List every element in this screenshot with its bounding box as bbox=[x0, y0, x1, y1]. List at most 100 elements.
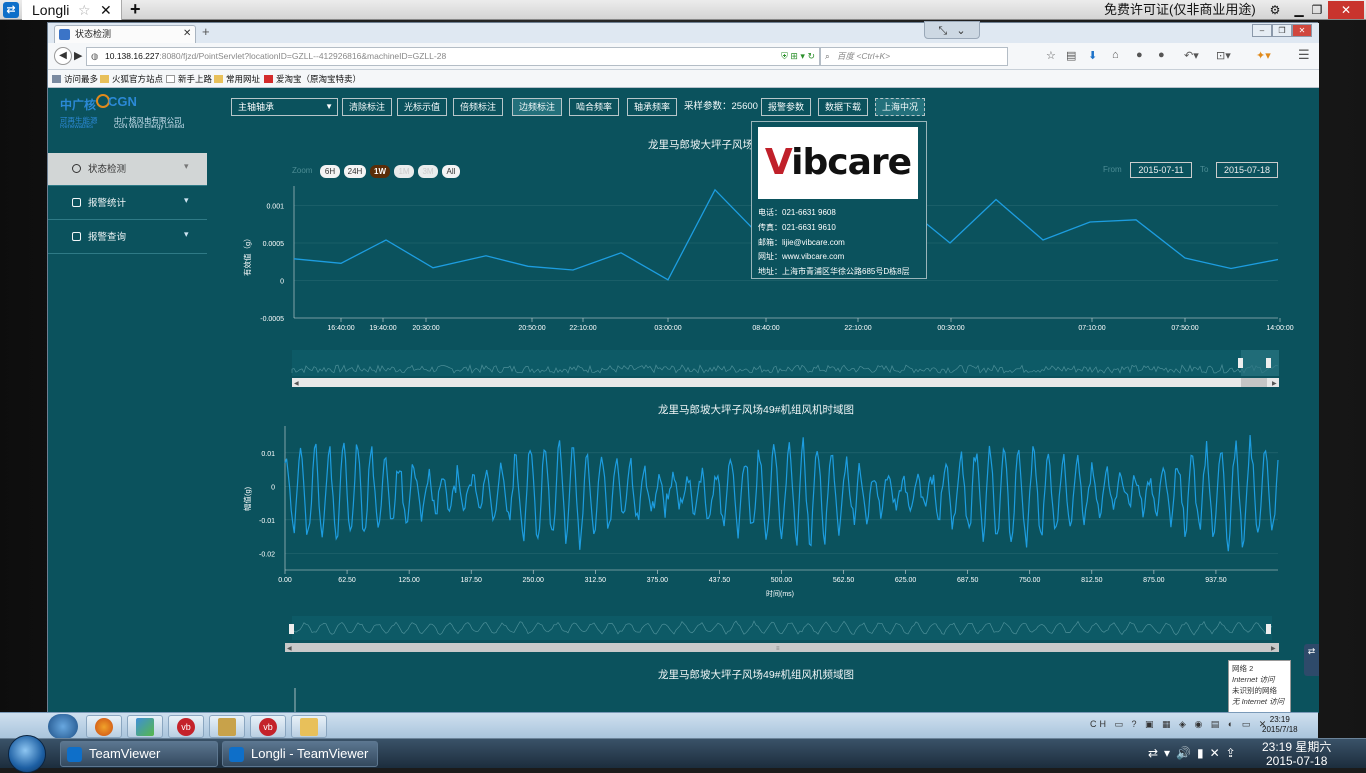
contact-phone: 电话：021-6631 9608 bbox=[758, 208, 836, 217]
longli-taskbar-item[interactable]: Longli - TeamViewer bbox=[222, 741, 378, 767]
network-no-access: 无 Internet 访问 bbox=[1232, 697, 1285, 706]
bookmarks-bar: 访问最多 火狐官方站点 新手上路 常用网址 爱淘宝（原淘宝特卖） bbox=[48, 70, 1319, 88]
time-x-tick: 437.50 bbox=[709, 577, 731, 584]
firefox-taskbar-button[interactable] bbox=[86, 715, 122, 738]
time-x-tick: 937.50 bbox=[1205, 577, 1227, 584]
local-clock-date: 2015-07-18 bbox=[1265, 754, 1328, 768]
bookmark-star-icon[interactable]: ☆ bbox=[1046, 49, 1056, 62]
tv-settings-icon[interactable]: ⚙ bbox=[1264, 2, 1286, 18]
vb-app2-taskbar-button[interactable]: vb bbox=[250, 715, 286, 738]
url-input[interactable]: ◍ 10.138.16.227:8080/fjzd/PointServlet?lo… bbox=[86, 47, 820, 66]
close-tab-icon[interactable]: ✕ bbox=[100, 0, 112, 20]
folder-taskbar-button[interactable] bbox=[291, 715, 327, 738]
contact-email: 邮箱：lijie@vibcare.com bbox=[758, 238, 845, 247]
bookmark-label: 常用网址 bbox=[226, 74, 261, 84]
license-text: 免费许可证(仅非商业用途) bbox=[1104, 2, 1256, 17]
local-tray-icons[interactable]: ⇄▾🔊▮✕⇪ bbox=[1148, 746, 1242, 760]
time-x-tick: 375.00 bbox=[647, 577, 669, 584]
time-x-axis-label: 时间(ms) bbox=[766, 591, 794, 598]
teamviewer-taskbar-item[interactable]: TeamViewer bbox=[60, 741, 218, 767]
network-access: Internet 访问 bbox=[1232, 675, 1275, 684]
time-x-tick: 812.50 bbox=[1081, 577, 1103, 584]
bookmark-label: 爱淘宝（原淘宝特卖） bbox=[276, 74, 362, 84]
teamviewer-panel-handle[interactable]: ⤡ ⌄ bbox=[924, 21, 980, 39]
trend-x-tick: 14:00:00 bbox=[1266, 325, 1293, 332]
addon-icon[interactable]: ✦▾ bbox=[1256, 49, 1271, 62]
reading-list-icon[interactable]: ▤ bbox=[1066, 49, 1076, 62]
remote-tray-icons[interactable]: CH ▭ ? ▣ ▦ ◈ ◉ ▤ ◐ ▭ ✕ bbox=[1090, 719, 1269, 730]
close-tab-icon[interactable]: ✕ bbox=[183, 26, 191, 42]
bookmark-item[interactable]: 访问最多 bbox=[52, 70, 98, 88]
vibcare-logo-text: ibcare bbox=[791, 142, 912, 183]
vb-app-icon: vb bbox=[259, 718, 277, 736]
time-x-tick: 875.00 bbox=[1143, 577, 1165, 584]
folder-icon bbox=[100, 75, 109, 83]
local-clock-time: 23:19 星期六 bbox=[1262, 740, 1332, 754]
time-x-tick: 125.00 bbox=[398, 577, 420, 584]
browser-minimize-button[interactable]: – bbox=[1252, 24, 1272, 37]
remote-start-button[interactable] bbox=[48, 714, 78, 739]
local-taskbar: TeamViewer Longli - TeamViewer ⇄▾🔊▮✕⇪ 23… bbox=[0, 735, 1366, 773]
favorite-star-icon[interactable]: ☆ bbox=[78, 0, 91, 20]
download-icon[interactable]: ⬇ bbox=[1088, 49, 1097, 62]
home-icon[interactable]: ⌂ bbox=[1112, 49, 1119, 61]
vb-app-taskbar-button[interactable]: vb bbox=[168, 715, 204, 738]
browser-close-button[interactable]: ✕ bbox=[1292, 24, 1312, 37]
trend-x-tick: 20:50:00 bbox=[518, 325, 545, 332]
chat-icon[interactable]: ● bbox=[1136, 49, 1143, 61]
bookmark-item[interactable]: 常用网址 bbox=[214, 70, 260, 88]
folder-icon bbox=[300, 718, 318, 736]
remote-clock[interactable]: 23:19 2015/7/18 bbox=[1262, 715, 1298, 735]
tv-restore-button[interactable]: ❐ bbox=[1306, 2, 1328, 18]
navigator-scroll-thumb bbox=[1241, 378, 1267, 387]
time-y-axis-label: 幅值(g) bbox=[243, 486, 252, 511]
time-navigator[interactable]: ◀ ▶ ≡ bbox=[285, 616, 1279, 652]
time-domain-chart[interactable]: 0.01 0 -0.01 -0.02 0.00 62.50 125.00 187.50 250.… bbox=[259, 426, 1279, 584]
scroll-right-icon: ▶ bbox=[1271, 646, 1276, 652]
network-status-popup: 网络 2 Internet 访问 未识别的网络 无 Internet 访问 bbox=[1228, 660, 1291, 713]
crop-icon[interactable]: ⊡▾ bbox=[1216, 49, 1231, 62]
teamviewer-side-handle[interactable]: ⇄ bbox=[1304, 644, 1319, 676]
search-input[interactable]: ⌕ 百度 <Ctrl+K> bbox=[820, 47, 1008, 66]
back-icon[interactable]: ◀ bbox=[54, 47, 72, 65]
bookmark-item[interactable]: 新手上路 bbox=[166, 70, 212, 88]
time-navigator-scrollbar bbox=[285, 643, 1279, 652]
time-x-tick: 312.50 bbox=[585, 577, 607, 584]
trend-x-tick: 00:30:00 bbox=[937, 325, 964, 332]
time-x-tick: 562.50 bbox=[833, 577, 855, 584]
network-name: 网络 2 bbox=[1232, 664, 1254, 673]
browser-tabstrip: 状态检测 ✕ + ⤡ ⌄ – ❐ ✕ bbox=[48, 21, 1319, 43]
start-button[interactable] bbox=[8, 735, 46, 773]
bookmark-item[interactable]: 火狐官方站点 bbox=[100, 70, 163, 88]
explorer-taskbar-button[interactable] bbox=[127, 715, 163, 738]
comment-icon[interactable]: ● bbox=[1158, 49, 1165, 61]
new-session-icon[interactable]: + bbox=[130, 0, 141, 19]
forward-icon[interactable]: ▶ bbox=[74, 49, 82, 62]
new-tab-icon[interactable]: + bbox=[202, 24, 210, 39]
remote-clock-time: 23:19 bbox=[1269, 715, 1290, 724]
trend-x-tick: 03:00:00 bbox=[654, 325, 681, 332]
undo-icon[interactable]: ↶▾ bbox=[1184, 49, 1199, 62]
menu-icon[interactable]: ☰ bbox=[1298, 47, 1310, 63]
browser-window: 状态检测 ✕ + ⤡ ⌄ – ❐ ✕ ◀ ▶ ◍ 10.138.16.227:80… bbox=[47, 21, 1319, 713]
time-chart-title: 龙里马郎坡大坪子风场49#机组风机时域图 bbox=[658, 404, 855, 416]
trend-navigator[interactable]: ◀ ▶ bbox=[291, 350, 1279, 387]
teamviewer-icon bbox=[67, 747, 82, 762]
page-content: 中广核 CGN 可再生能源 Renewables 中广核风电有限公司 CGN W… bbox=[48, 88, 1319, 713]
tools-taskbar-button[interactable] bbox=[209, 715, 245, 738]
time-x-tick: 187.50 bbox=[460, 577, 482, 584]
browser-tab[interactable]: 状态检测 ✕ bbox=[54, 25, 196, 43]
contact-address: 地址：上海市青浦区华徐公路685号D栋8层 bbox=[758, 267, 910, 276]
page-icon bbox=[166, 75, 175, 83]
url-shield-icon[interactable]: ⛨ ⊞ ▾ ↻ bbox=[781, 48, 815, 65]
taskbar-item-label: TeamViewer bbox=[89, 746, 161, 761]
tv-close-button[interactable]: ✕ bbox=[1328, 1, 1364, 19]
trend-x-tick: 07:50:00 bbox=[1171, 325, 1198, 332]
folder-icon bbox=[214, 75, 223, 83]
browser-restore-button[interactable]: ❐ bbox=[1272, 24, 1292, 37]
bookmark-item[interactable]: 爱淘宝（原淘宝特卖） bbox=[264, 70, 361, 88]
trend-x-tick: 07:10:00 bbox=[1078, 325, 1105, 332]
time-navigator-left-handle bbox=[289, 624, 294, 634]
teamviewer-icon bbox=[229, 747, 244, 762]
local-clock[interactable]: 23:19 星期六 2015-07-18 bbox=[1262, 740, 1331, 768]
